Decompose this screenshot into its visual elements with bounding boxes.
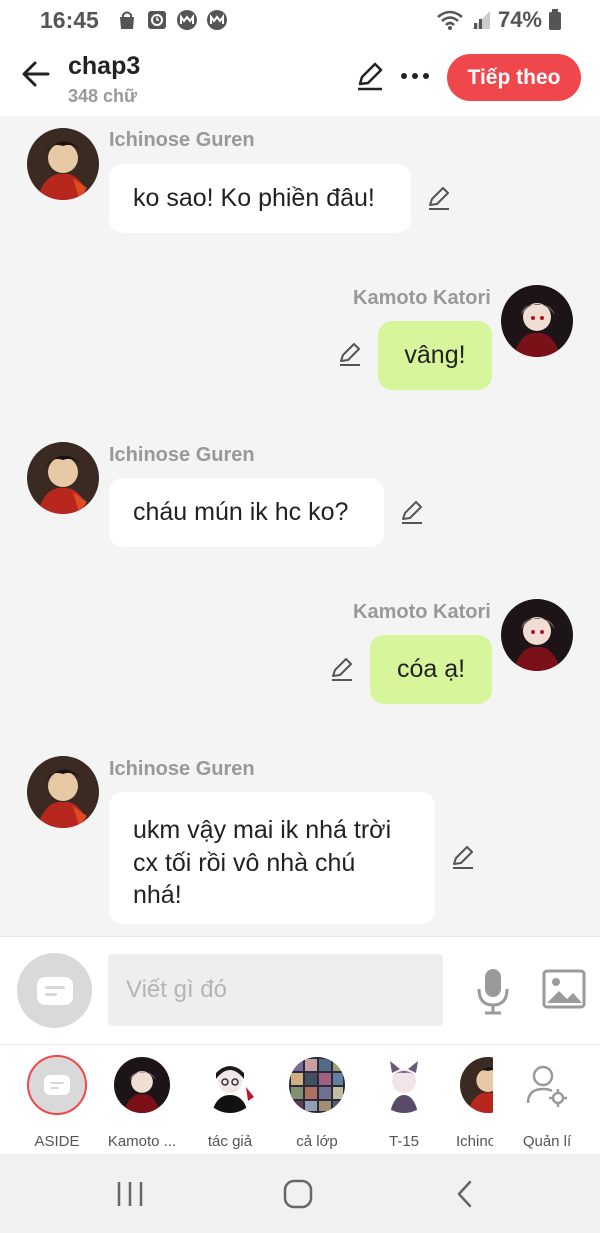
- character-label: Kamoto ...: [107, 1133, 177, 1150]
- message-text: cóa ạ!: [396, 655, 466, 684]
- app-header: chap3 348 chữ Tiếp theo: [0, 42, 600, 116]
- character-label: ASIDE: [34, 1133, 80, 1150]
- sender-name: Kamoto Katori: [353, 601, 491, 623]
- message-text: cháu mún ik hc ko?: [133, 498, 349, 527]
- image-upload-icon[interactable]: [542, 969, 586, 1009]
- sender-name: Ichinose Guren: [109, 129, 255, 151]
- avatar-image: [376, 1057, 432, 1113]
- sender-avatar[interactable]: [501, 599, 573, 671]
- battery-icon: [549, 9, 561, 30]
- status-time: 16:45: [40, 7, 99, 33]
- character-avatar: [376, 1057, 432, 1113]
- aside-avatar: [27, 1055, 87, 1115]
- avatar-image: [27, 756, 99, 828]
- character-item-author[interactable]: tác giả: [190, 1055, 270, 1151]
- system-nav-bar: [0, 1154, 600, 1233]
- chat-area[interactable]: Ichinose Guren ko sao! Ko phiền đâu! Kam…: [0, 116, 600, 936]
- sender-avatar[interactable]: [27, 756, 99, 828]
- message-text: vâng!: [404, 341, 466, 370]
- wifi-icon: [437, 10, 463, 30]
- recent-apps-icon[interactable]: [112, 1176, 148, 1212]
- character-label: tác giả: [207, 1133, 253, 1150]
- message-input[interactable]: [108, 954, 443, 1026]
- avatar-image: [202, 1057, 258, 1113]
- character-bar: ASIDE Kamoto ... tác giả cả lớp T-15 Ich…: [0, 1044, 600, 1154]
- message-bubble-icon: [44, 1075, 70, 1095]
- edit-message-icon[interactable]: [336, 340, 364, 368]
- character-label: T-15: [388, 1133, 419, 1150]
- edit-message-icon[interactable]: [398, 498, 426, 526]
- message-bubble[interactable]: ko sao! Ko phiền đâu!: [109, 164, 411, 233]
- message-bubble[interactable]: cóa ạ!: [370, 635, 492, 704]
- avatar-image: [114, 1057, 170, 1113]
- character-item-ichinose[interactable]: Ichino: [448, 1055, 493, 1151]
- clock-app-icon: [148, 11, 166, 29]
- back-arrow-icon[interactable]: [18, 56, 54, 92]
- system-status: 74%: [436, 7, 562, 33]
- character-avatar: [114, 1057, 170, 1113]
- message-text: ko sao! Ko phiền đâu!: [133, 184, 375, 213]
- character-item-class[interactable]: cả lớp: [277, 1055, 357, 1151]
- next-chapter-button[interactable]: Tiếp theo: [447, 54, 581, 101]
- character-label: Quản lí: [522, 1133, 572, 1150]
- message-line: nhá!: [133, 881, 182, 909]
- edit-pencil-icon[interactable]: [354, 60, 386, 92]
- message-bubble[interactable]: ukm vậy mai ik nhá trời cx tối rồi vô nh…: [109, 792, 435, 924]
- character-item-t15[interactable]: T-15: [364, 1055, 444, 1151]
- character-avatar: [202, 1057, 258, 1113]
- character-avatar: [289, 1057, 345, 1113]
- word-count: 348 chữ: [68, 86, 138, 106]
- message-bubble[interactable]: vâng!: [378, 321, 492, 390]
- edit-message-icon[interactable]: [449, 843, 477, 871]
- sender-avatar[interactable]: [27, 128, 99, 200]
- character-label: cả lớp: [296, 1133, 338, 1150]
- status-bar: 16:45 74%: [0, 0, 600, 42]
- notification-icons: [116, 9, 228, 31]
- manage-users-icon: [526, 1065, 567, 1107]
- microphone-icon[interactable]: [474, 967, 512, 1015]
- avatar-image: [460, 1057, 493, 1113]
- edit-message-icon[interactable]: [328, 655, 356, 683]
- avatar-image: [27, 128, 99, 200]
- battery-percentage: 74%: [497, 7, 542, 32]
- page-title: chap3: [68, 52, 141, 80]
- avatar-image: [501, 285, 573, 357]
- signal-icon: [471, 11, 490, 29]
- message-bubble-icon: [36, 976, 73, 1005]
- sender-name: Kamoto Katori: [353, 287, 491, 309]
- sender-name: Ichinose Guren: [109, 758, 255, 780]
- message-line: cx tối rồi vô nhà chú: [133, 848, 356, 877]
- home-icon[interactable]: [280, 1176, 316, 1212]
- message-line: ukm vậy mai ik nhá trời: [133, 816, 392, 844]
- avatar-image: [501, 599, 573, 671]
- m-app-icon: [207, 10, 227, 30]
- m-app-icon: [177, 10, 197, 30]
- sender-name: Ichinose Guren: [109, 444, 255, 466]
- back-nav-icon[interactable]: [448, 1176, 484, 1212]
- sender-avatar[interactable]: [27, 442, 99, 514]
- sender-avatar[interactable]: [501, 285, 573, 357]
- edit-message-icon[interactable]: [425, 184, 453, 212]
- message-bubble[interactable]: cháu mún ik hc ko?: [109, 478, 384, 547]
- avatar-image: [27, 442, 99, 514]
- message-input-bar: [0, 936, 600, 1044]
- character-avatar: [460, 1057, 493, 1113]
- more-options-icon[interactable]: [398, 60, 432, 92]
- character-item-kamoto[interactable]: Kamoto ...: [102, 1055, 182, 1151]
- avatar-image: [289, 1057, 345, 1113]
- character-manage-button[interactable]: Quản lí: [507, 1055, 587, 1151]
- aside-toggle-button[interactable]: [17, 953, 92, 1028]
- character-item-aside[interactable]: ASIDE: [17, 1055, 97, 1151]
- character-label: Ichino: [456, 1133, 493, 1150]
- bag-icon: [120, 11, 134, 29]
